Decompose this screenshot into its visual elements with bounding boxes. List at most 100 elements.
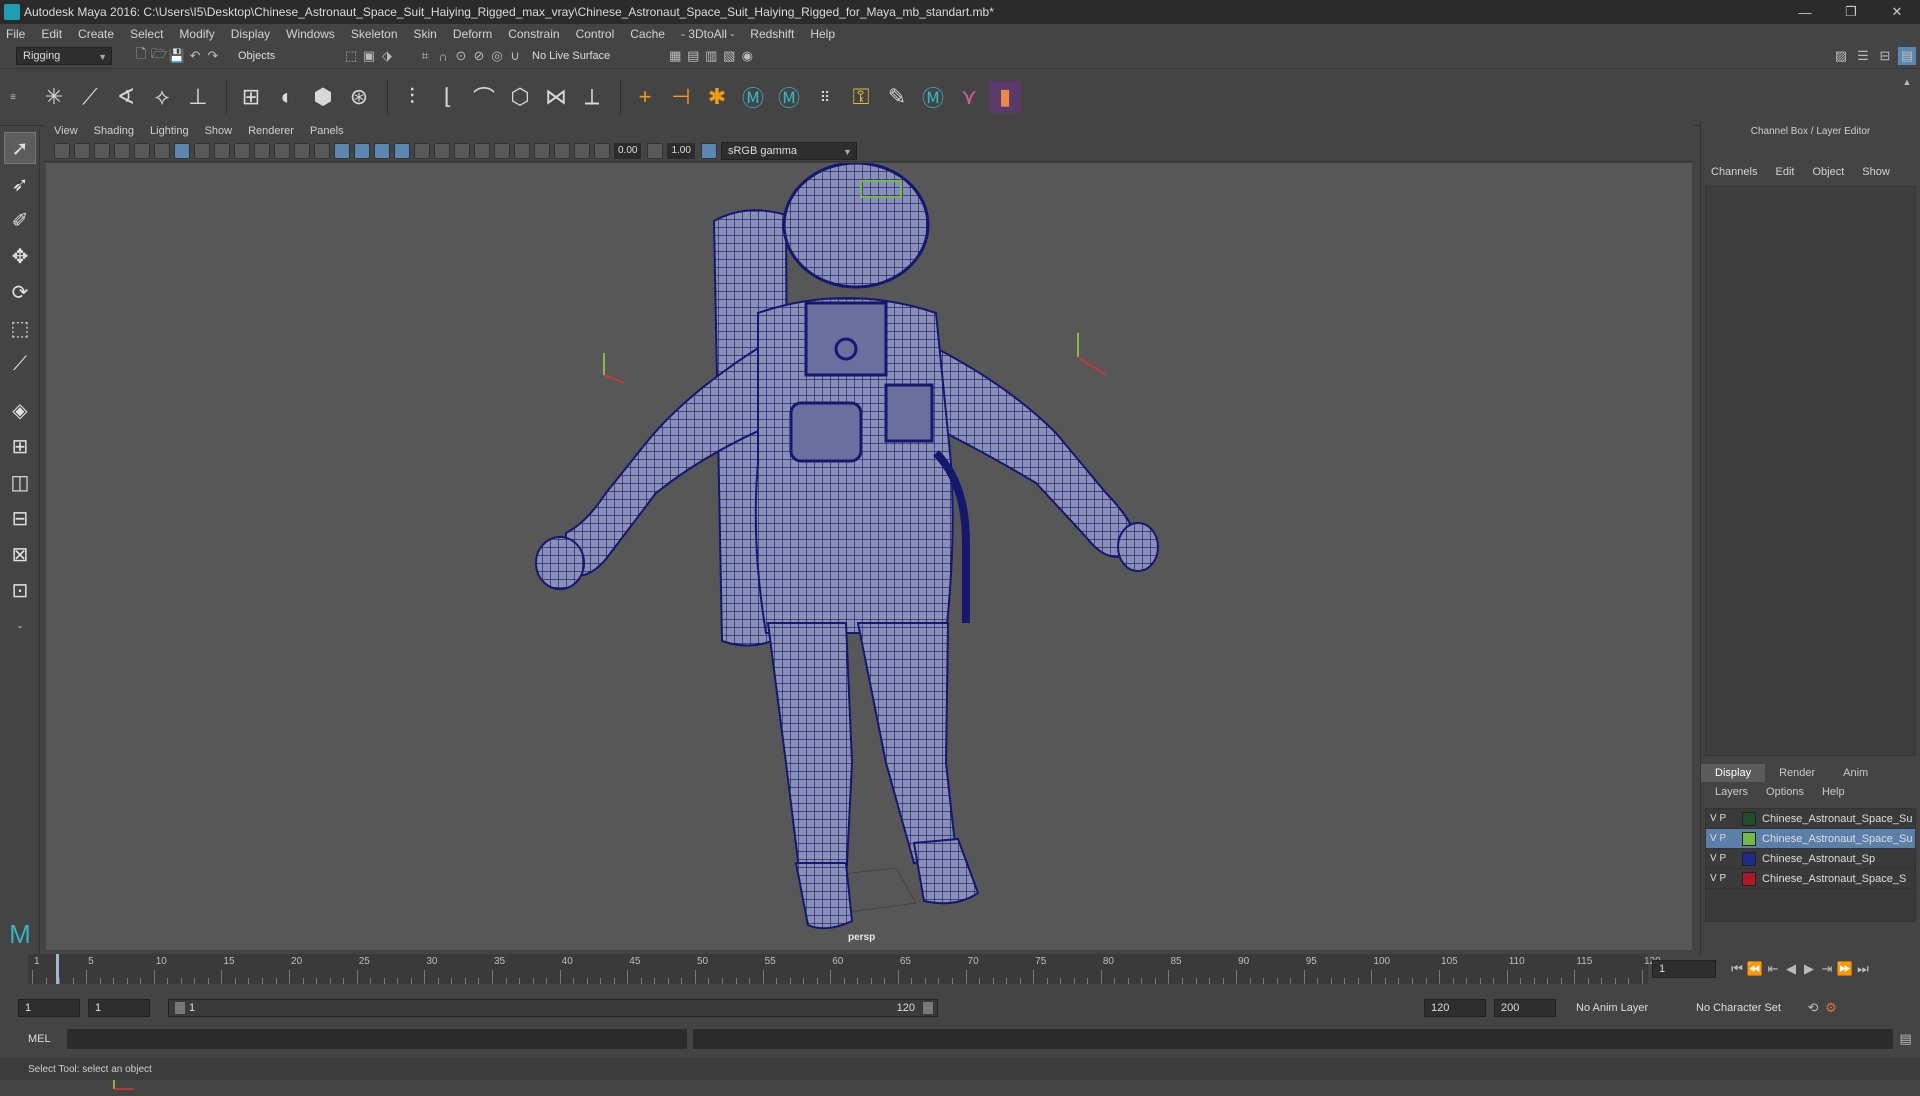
hik-icon[interactable]: Ⓜ bbox=[737, 81, 769, 113]
layer-row[interactable]: V P Chinese_Astronaut_Space_Su bbox=[1706, 829, 1915, 849]
xray-joints-icon[interactable] bbox=[554, 142, 570, 159]
layer-visibility-playback[interactable]: V P bbox=[1710, 833, 1742, 844]
script-editor-icon[interactable]: ▤ bbox=[1897, 1030, 1915, 1048]
hypershade-icon[interactable]: ◉ bbox=[738, 47, 756, 65]
snap-point-icon[interactable]: ⊙ bbox=[452, 47, 470, 65]
ik-handle-icon[interactable]: ⟋ bbox=[74, 81, 106, 113]
safe-action-icon[interactable] bbox=[274, 142, 290, 159]
options-menu[interactable]: Options bbox=[1766, 786, 1804, 798]
attribute-editor-icon[interactable]: ☰ bbox=[1854, 47, 1872, 65]
resolution-gate-icon[interactable] bbox=[214, 142, 230, 159]
xray-icon[interactable] bbox=[534, 142, 550, 159]
playback-end-field[interactable]: 120 bbox=[1424, 999, 1486, 1017]
selection-mode-dropdown[interactable]: Objects bbox=[232, 47, 328, 65]
close-button[interactable]: ✕ bbox=[1874, 0, 1920, 24]
point-constraint-icon[interactable]: + bbox=[629, 81, 661, 113]
menu-display[interactable]: Display bbox=[231, 27, 270, 41]
smooth-bind-icon[interactable]: ⌊ bbox=[432, 81, 464, 113]
object-menu[interactable]: Object bbox=[1812, 166, 1844, 178]
animation-start-field[interactable]: 1 bbox=[18, 999, 80, 1017]
joint-tool-icon[interactable]: ✳ bbox=[38, 81, 70, 113]
anti-aliasing-icon[interactable] bbox=[474, 142, 490, 159]
menu-file[interactable]: File bbox=[6, 27, 25, 41]
layer-row[interactable]: V P Chinese_Astronaut_Space_Su bbox=[1706, 809, 1915, 829]
graph-editor-icon[interactable]: ✎ bbox=[881, 81, 913, 113]
current-frame-field[interactable]: 1 bbox=[1652, 960, 1716, 978]
auto-key-icon[interactable]: ⟲ bbox=[1804, 999, 1822, 1017]
viewport-menu-panels[interactable]: Panels bbox=[310, 125, 344, 137]
use-all-lights-icon[interactable] bbox=[394, 142, 410, 159]
viewport-menu-lighting[interactable]: Lighting bbox=[150, 125, 189, 137]
orient-constraint-icon[interactable]: ✱ bbox=[701, 81, 733, 113]
layer-row[interactable]: V P Chinese_Astronaut_Space_S bbox=[1706, 869, 1915, 889]
menu-modify[interactable]: Modify bbox=[179, 27, 214, 41]
four-view-layout-icon[interactable]: ⊞ bbox=[4, 430, 36, 462]
redo-icon[interactable]: ↷ bbox=[204, 47, 222, 65]
single-perspective-layout-icon[interactable]: ◈ bbox=[4, 394, 36, 426]
perspective-viewport[interactable] bbox=[46, 161, 1692, 1090]
cluster-icon[interactable]: ◐ bbox=[271, 81, 303, 113]
maximize-button[interactable]: ❐ bbox=[1828, 0, 1874, 24]
menu-create[interactable]: Create bbox=[78, 27, 114, 41]
detach-skin-icon[interactable]: ⋈ bbox=[540, 81, 572, 113]
view-transform-dropdown[interactable]: sRGB gamma ▼ bbox=[720, 141, 857, 160]
range-end-handle[interactable] bbox=[923, 1002, 933, 1014]
undo-icon[interactable]: ↶ bbox=[186, 47, 204, 65]
menu-skeleton[interactable]: Skeleton bbox=[351, 27, 398, 41]
show-menu[interactable]: Show bbox=[1862, 166, 1890, 178]
rotate-tool-icon[interactable]: ⟳ bbox=[4, 276, 36, 308]
go-to-start-icon[interactable]: ⏮ bbox=[1728, 960, 1746, 978]
open-scene-icon[interactable]: 🗁 bbox=[150, 46, 168, 65]
menu-cache[interactable]: Cache bbox=[630, 27, 665, 41]
layer-visibility-playback[interactable]: V P bbox=[1710, 873, 1742, 884]
edit-menu[interactable]: Edit bbox=[1775, 166, 1794, 178]
step-forward-key-icon[interactable]: ⇥ bbox=[1818, 960, 1836, 978]
wireframe-icon[interactable] bbox=[314, 142, 330, 159]
two-d-pan-zoom-icon[interactable] bbox=[134, 142, 150, 159]
tab-display[interactable]: Display bbox=[1701, 764, 1766, 782]
lattice-icon[interactable]: ⊞ bbox=[235, 81, 267, 113]
wireframe-on-shaded-icon[interactable] bbox=[354, 142, 370, 159]
smooth-shade-icon[interactable] bbox=[334, 142, 350, 159]
minimize-button[interactable]: — bbox=[1782, 0, 1828, 24]
character-set-dropdown[interactable]: No Character Set bbox=[1690, 999, 1800, 1017]
depth-of-field-icon[interactable] bbox=[494, 142, 510, 159]
ik-spline-icon[interactable]: ∢ bbox=[110, 81, 142, 113]
layer-color-swatch[interactable] bbox=[1742, 831, 1756, 846]
color-management-icon[interactable] bbox=[700, 142, 717, 159]
new-scene-icon[interactable]: 🗋 bbox=[132, 46, 150, 65]
grease-pencil-icon[interactable] bbox=[154, 142, 170, 159]
render-view-icon[interactable]: ▧ bbox=[720, 47, 738, 65]
persp-outliner-layout-icon[interactable]: ⊟ bbox=[4, 502, 36, 534]
screen-space-ao-icon[interactable] bbox=[434, 142, 450, 159]
hik-character-icon[interactable]: Ⓜ bbox=[773, 81, 805, 113]
quick-rig-icon[interactable]: ⠿ bbox=[809, 81, 841, 113]
time-slider-track[interactable]: 1 5 10 15 20 25 30 35 40 45 50 55 60 65 70 75 80 85 90 95 10… bbox=[28, 954, 1661, 984]
tab-render[interactable]: Render bbox=[1765, 764, 1829, 782]
render-settings-icon[interactable]: ▦ bbox=[666, 47, 684, 65]
select-tool-icon[interactable]: ➚ bbox=[4, 132, 36, 164]
menu-constrain[interactable]: Constrain bbox=[508, 27, 559, 41]
paint-select-icon[interactable]: ✐ bbox=[4, 204, 36, 236]
motion-blur-icon[interactable] bbox=[454, 142, 470, 159]
save-scene-icon[interactable]: 💾 bbox=[168, 47, 186, 65]
wrap-icon[interactable]: ⬢ bbox=[307, 81, 339, 113]
set-key-icon[interactable]: ⚿ bbox=[845, 81, 877, 113]
channel-box-toggle-icon[interactable]: ▤ bbox=[1898, 47, 1916, 65]
exposure-icon[interactable] bbox=[594, 142, 610, 159]
layer-color-swatch[interactable] bbox=[1742, 871, 1756, 886]
step-back-key-icon[interactable]: ⇤ bbox=[1764, 960, 1782, 978]
select-by-object-icon[interactable]: ▣ bbox=[360, 47, 378, 65]
menu-edit[interactable]: Edit bbox=[41, 27, 62, 41]
xray-components-icon[interactable] bbox=[574, 142, 590, 159]
menu-set-dropdown[interactable]: Rigging ▼ bbox=[16, 47, 112, 65]
camera-icon[interactable] bbox=[54, 142, 70, 159]
play-backwards-icon[interactable]: ◀ bbox=[1782, 960, 1800, 978]
play-forwards-icon[interactable]: ▶ bbox=[1800, 960, 1818, 978]
layer-visibility-playback[interactable]: V P bbox=[1710, 853, 1742, 864]
camera-attributes-icon[interactable] bbox=[74, 142, 90, 159]
menu-select[interactable]: Select bbox=[130, 27, 163, 41]
skeleton-icon[interactable]: Ⓜ bbox=[917, 81, 949, 113]
gamma-icon[interactable] bbox=[647, 142, 664, 159]
isolate-select-icon[interactable] bbox=[514, 142, 530, 159]
